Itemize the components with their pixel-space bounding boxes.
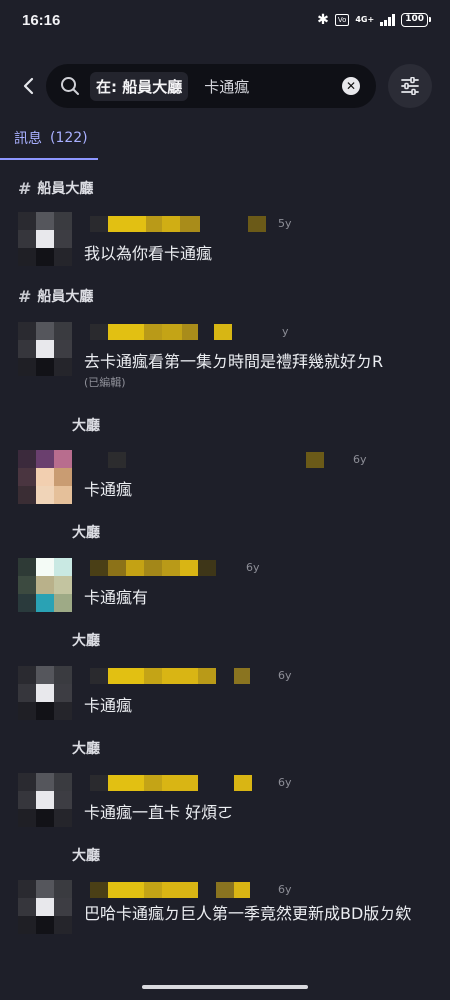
message-timestamp: 6y — [278, 776, 292, 789]
message-result[interactable]: 6y 巴哈卡通瘋ㄉ巨人第一季竟然更新成BD版ㄉ欸 — [0, 878, 450, 958]
message-timestamp: 6y — [246, 561, 260, 574]
close-icon: ✕ — [345, 79, 357, 93]
author-name-redacted — [90, 666, 250, 686]
message-text: 卡通瘋一直卡 好煩ㄛ — [84, 803, 234, 822]
edited-label: (已編輯) — [84, 376, 126, 389]
message-timestamp: 5y — [278, 217, 292, 230]
channel-header[interactable]: 大廳 — [72, 629, 100, 651]
status-time: 16:16 — [22, 11, 61, 29]
message-result[interactable]: y 去卡通瘋看第一集ㄉ時間是禮拜幾就好ㄉR (已編輯) — [0, 320, 450, 392]
author-name-redacted — [90, 773, 252, 793]
status-bar: 16:16 ✱ Vo 4G+ 100 — [0, 0, 450, 40]
channel-name: 大廳 — [72, 848, 100, 864]
message-timestamp: 6y — [278, 669, 292, 682]
channel-name: 船員大廳 — [37, 289, 94, 305]
channel-header[interactable]: # 船員大廳 — [18, 285, 93, 307]
search-icon — [61, 77, 79, 95]
tab-messages[interactable]: 訊息 (122) — [0, 118, 98, 160]
message-result[interactable]: 6y 卡通瘋有 — [0, 556, 450, 616]
hash-icon: # — [18, 286, 32, 306]
channel-header[interactable]: # 船員大廳 — [18, 177, 93, 199]
sliders-icon — [401, 77, 419, 95]
message-timestamp: 6y — [353, 453, 367, 466]
result-tabs: 訊息 (122) — [0, 118, 450, 162]
avatar — [18, 666, 72, 720]
channel-name: 大廳 — [72, 418, 100, 434]
avatar — [18, 450, 72, 504]
channel-header[interactable]: 大廳 — [72, 844, 100, 866]
channel-name: 大廳 — [72, 633, 100, 649]
avatar — [18, 212, 72, 266]
channel-name: 大廳 — [72, 525, 100, 541]
message-result[interactable]: 6y 卡通瘋 — [0, 448, 450, 508]
author-name-redacted — [90, 322, 232, 342]
avatar — [18, 558, 72, 612]
author-name-redacted — [90, 558, 216, 578]
network-type: 4G+ — [355, 15, 375, 24]
message-result[interactable]: 5y 我以為你看卡通瘋 — [0, 212, 450, 272]
channel-header[interactable]: 大廳 — [72, 737, 100, 759]
battery-level: 100 — [401, 13, 431, 27]
message-timestamp: 6y — [278, 883, 292, 896]
avatar — [18, 880, 72, 934]
author-name-redacted — [90, 450, 324, 470]
back-button[interactable] — [14, 72, 42, 100]
message-result[interactable]: 6y 卡通瘋一直卡 好煩ㄛ — [0, 771, 450, 831]
message-text: 卡通瘋有 — [84, 588, 149, 607]
search-box[interactable]: 在: 船員大廳 ✕ — [46, 64, 376, 108]
channel-header[interactable]: 大廳 — [72, 414, 100, 436]
author-name-redacted — [90, 214, 266, 234]
volte-icon: Vo — [334, 14, 350, 26]
message-text: 我以為你看卡通瘋 — [84, 244, 213, 263]
message-text: 卡通瘋 — [84, 696, 133, 715]
message-text: 卡通瘋 — [84, 480, 133, 499]
channel-name: 船員大廳 — [37, 181, 94, 197]
channel-name: 大廳 — [72, 741, 100, 757]
chevron-left-icon — [23, 77, 34, 95]
home-indicator[interactable] — [142, 985, 308, 989]
search-row: 在: 船員大廳 ✕ — [0, 62, 450, 110]
filter-button[interactable] — [388, 64, 432, 108]
signal-icon — [380, 14, 396, 26]
clear-search-button[interactable]: ✕ — [342, 77, 360, 95]
hash-icon: # — [18, 178, 32, 198]
tab-messages-count: (122) — [50, 130, 88, 146]
search-input[interactable] — [204, 77, 325, 95]
message-text: 巴哈卡通瘋ㄉ巨人第一季竟然更新成BD版ㄉ欸 — [84, 904, 412, 923]
status-icons: ✱ Vo 4G+ 100 — [317, 12, 431, 28]
author-name-redacted — [90, 880, 250, 900]
avatar — [18, 322, 72, 376]
tab-messages-label: 訊息 — [14, 131, 42, 147]
message-result[interactable]: 6y 卡通瘋 — [0, 664, 450, 724]
avatar — [18, 773, 72, 827]
bluetooth-icon: ✱ — [317, 12, 329, 28]
message-text: 去卡通瘋看第一集ㄉ時間是禮拜幾就好ㄉR — [84, 352, 384, 371]
channel-header[interactable]: 大廳 — [72, 521, 100, 543]
search-scope-chip[interactable]: 在: 船員大廳 — [90, 71, 189, 101]
message-timestamp: y — [282, 325, 289, 338]
